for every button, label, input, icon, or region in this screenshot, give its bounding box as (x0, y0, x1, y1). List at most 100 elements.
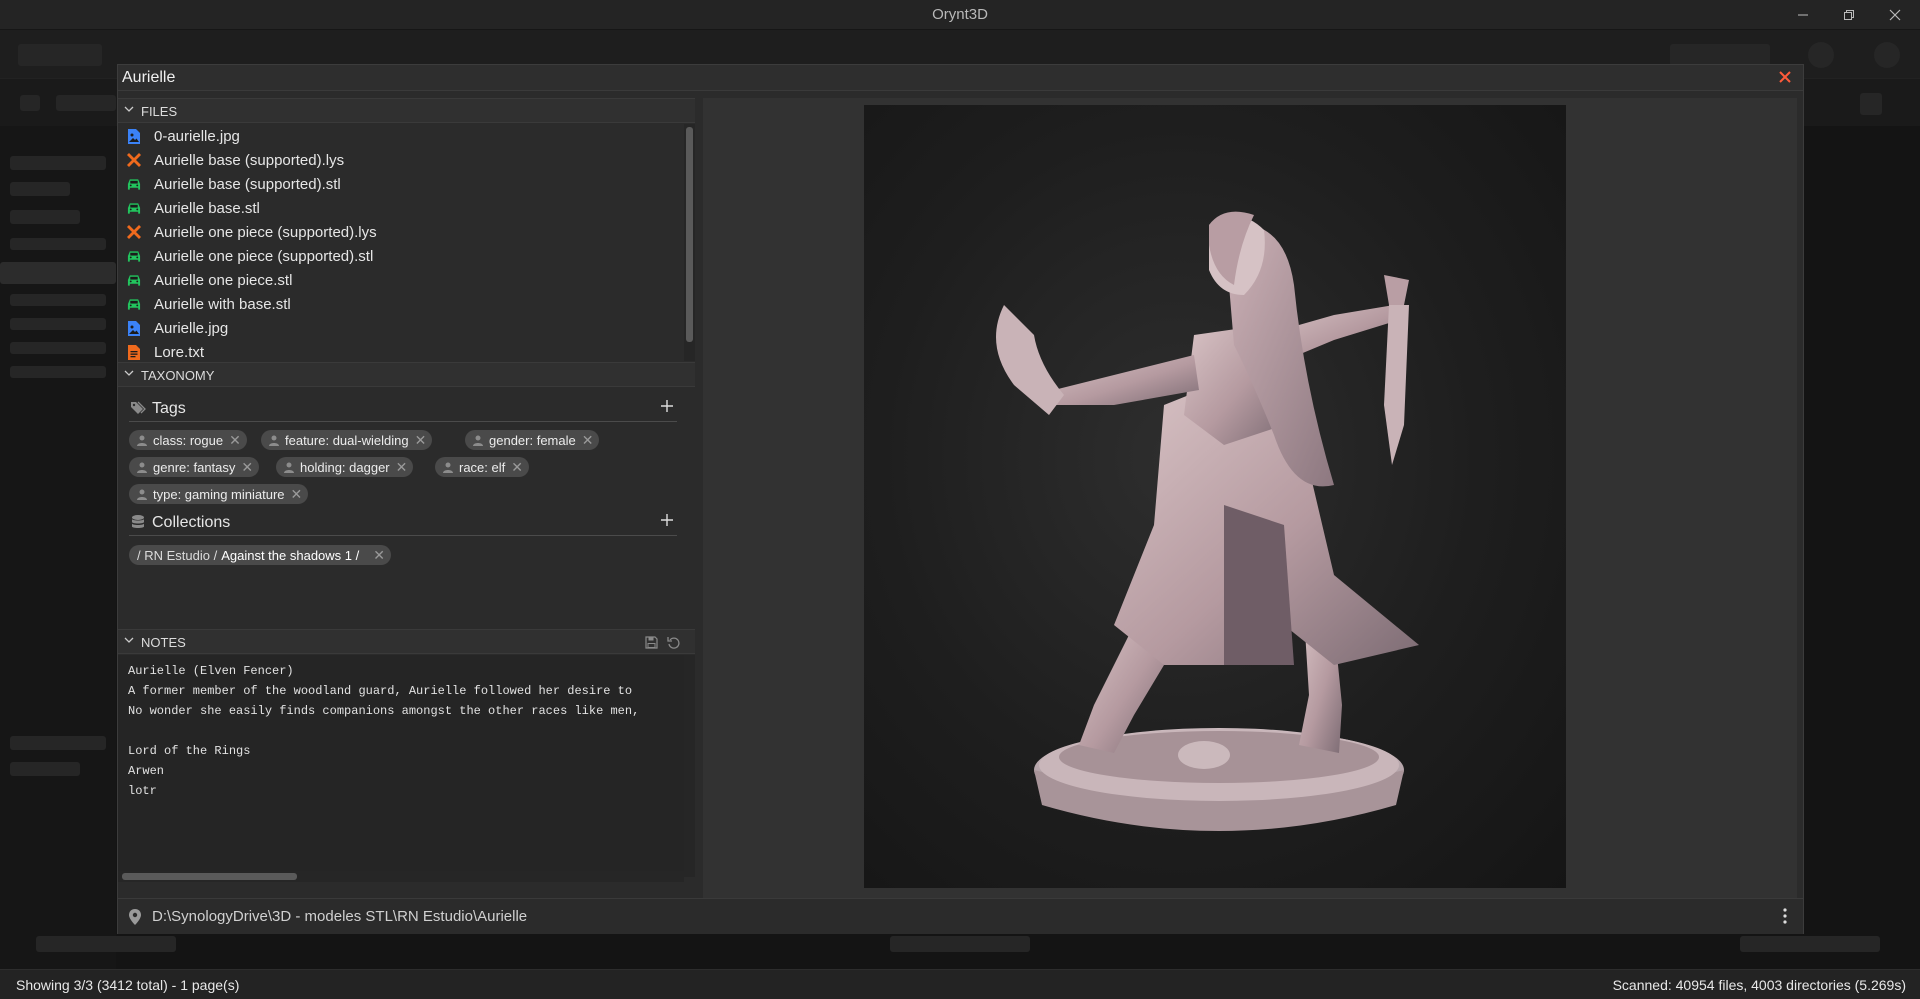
tag-label: holding: dagger (300, 459, 390, 475)
location-pin-icon (129, 909, 141, 925)
dialog-close-button[interactable] (1775, 67, 1795, 87)
remove-tag-icon[interactable]: ✕ (396, 459, 408, 476)
scrollbar-thumb[interactable] (686, 127, 693, 342)
tags-header: Tags (129, 396, 677, 422)
dialog-footer: D:\SynologyDrive\3D - modeles STL\RN Est… (118, 898, 1803, 934)
file-item[interactable]: Aurielle one piece (supported).stl (118, 244, 684, 268)
tag-label: race: elf (459, 459, 506, 475)
minimize-icon (1798, 14, 1808, 16)
file-item[interactable]: Aurielle one piece.stl (118, 268, 684, 292)
files-scrollbar[interactable] (684, 124, 695, 361)
file-item[interactable]: 0-aurielle.jpg (118, 124, 684, 148)
person-icon (269, 435, 280, 446)
dialog-header: Aurielle (118, 65, 1803, 91)
model-preview-image[interactable] (864, 105, 1566, 888)
file-name: Aurielle base (supported).stl (154, 175, 341, 193)
file-name: Lore.txt (154, 343, 205, 361)
tag-label: gender: female (489, 432, 576, 448)
app-titlebar: Orynt3D (0, 0, 1920, 30)
remove-tag-icon[interactable]: ✕ (241, 459, 253, 476)
notes-line: Arwen (128, 764, 165, 778)
tag-chip[interactable]: class: rogue ✕ (129, 430, 247, 450)
tag-chip[interactable]: genre: fantasy ✕ (129, 457, 260, 477)
notes-line: Lord of the Rings (128, 744, 251, 758)
status-results-count: Showing 3/3 (3412 total) - 1 page(s) (16, 977, 240, 993)
tag-label: type: gaming miniature (153, 486, 285, 502)
tags-label: Tags (152, 400, 186, 417)
taxonomy-section-header[interactable]: TAXONOMY (118, 362, 695, 387)
tag-chip[interactable]: gender: female ✕ (465, 430, 600, 450)
remove-tag-icon[interactable]: ✕ (415, 432, 427, 449)
collection-name: Against the shadows 1 / (221, 547, 360, 563)
tag-chip[interactable]: race: elf ✕ (435, 457, 529, 477)
background-sidebar (0, 126, 116, 969)
person-icon (284, 462, 295, 473)
model-folder-path[interactable]: D:\SynologyDrive\3D - modeles STL\RN Est… (152, 908, 527, 925)
tag-label: class: rogue (153, 432, 224, 448)
model-car-icon (127, 176, 141, 192)
notes-textarea[interactable]: Aurielle (Elven Fencer) A former member o… (118, 655, 684, 877)
notes-line: A former member of the woodland guard, A… (128, 684, 633, 698)
image-file-icon (127, 128, 141, 144)
minimize-button[interactable] (1780, 0, 1826, 30)
restore-icon (1844, 10, 1854, 20)
file-item[interactable]: Aurielle base (supported).stl (118, 172, 684, 196)
tag-chip[interactable]: feature: dual-wielding ✕ (261, 430, 433, 450)
file-item[interactable]: Aurielle.jpg (118, 316, 684, 340)
collection-chip[interactable]: / RN Estudio / Against the shadows 1 / ✕ (129, 545, 391, 565)
text-file-icon (127, 344, 141, 360)
tag-chip[interactable]: type: gaming miniature ✕ (129, 484, 309, 504)
file-item[interactable]: Aurielle with base.stl (118, 292, 684, 316)
file-name: Aurielle base (supported).lys (154, 151, 345, 169)
add-tag-button[interactable] (657, 397, 677, 417)
model-car-icon (127, 248, 141, 264)
close-icon (1889, 9, 1901, 21)
tag-chip[interactable]: holding: dagger ✕ (276, 457, 414, 477)
tags-icon (131, 401, 146, 414)
files-list: 0-aurielle.jpg Aurielle base (supported)… (118, 124, 684, 361)
file-name: Aurielle base.stl (154, 199, 260, 217)
remove-tag-icon[interactable]: ✕ (511, 459, 523, 476)
file-item[interactable]: Aurielle one piece (supported).lys (118, 220, 684, 244)
notes-line: Aurielle (Elven Fencer) (128, 664, 294, 678)
chevron-down-icon (124, 370, 134, 376)
file-item[interactable]: Aurielle base.stl (118, 196, 684, 220)
close-icon (1779, 71, 1791, 83)
image-file-icon (127, 320, 141, 336)
app-title: Orynt3D (932, 6, 988, 23)
files-section-label: FILES (141, 104, 178, 119)
notes-panel: Aurielle (Elven Fencer) A former member o… (118, 629, 695, 882)
file-name: Aurielle one piece (supported).stl (154, 247, 374, 265)
status-scan-summary: Scanned: 40954 files, 4003 directories (… (1612, 977, 1906, 993)
dialog-title: Aurielle (122, 69, 176, 86)
person-icon (137, 489, 148, 500)
scrollbar-thumb[interactable] (122, 873, 297, 880)
taxonomy-panel: Tags class: rogue ✕ feature: dual-wieldi… (118, 388, 695, 629)
file-item[interactable]: Lore.txt (118, 340, 684, 361)
close-window-button[interactable] (1872, 0, 1918, 30)
restore-button[interactable] (1826, 0, 1872, 30)
file-name: 0-aurielle.jpg (154, 127, 240, 145)
remove-collection-icon[interactable]: ✕ (373, 547, 385, 564)
chevron-down-icon (124, 106, 134, 112)
file-item[interactable]: Aurielle base (supported).lys (118, 148, 684, 172)
tag-chips: class: rogue ✕ feature: dual-wielding ✕ … (129, 430, 677, 504)
status-bar: Showing 3/3 (3412 total) - 1 page(s) Sca… (0, 969, 1920, 999)
model-car-icon (127, 272, 141, 288)
more-options-icon[interactable] (1781, 907, 1789, 925)
tag-label: genre: fantasy (153, 459, 236, 475)
details-panel: FILES 0-aurielle.jpg Aurielle base (supp… (118, 98, 695, 898)
notes-horizontal-scrollbar[interactable] (118, 871, 684, 882)
remove-tag-icon[interactable]: ✕ (582, 432, 594, 449)
plus-icon (661, 514, 673, 526)
notes-line (128, 721, 674, 741)
remove-tag-icon[interactable]: ✕ (291, 486, 303, 503)
remove-tag-icon[interactable]: ✕ (229, 432, 241, 449)
notes-vertical-scrollbar[interactable] (684, 655, 695, 877)
collections-header: Collections (129, 510, 677, 536)
add-collection-button[interactable] (657, 511, 677, 531)
slicer-tools-icon (127, 152, 141, 168)
file-name: Aurielle one piece (supported).lys (154, 223, 377, 241)
collections-label: Collections (152, 514, 231, 531)
files-section-header[interactable]: FILES (118, 98, 695, 123)
